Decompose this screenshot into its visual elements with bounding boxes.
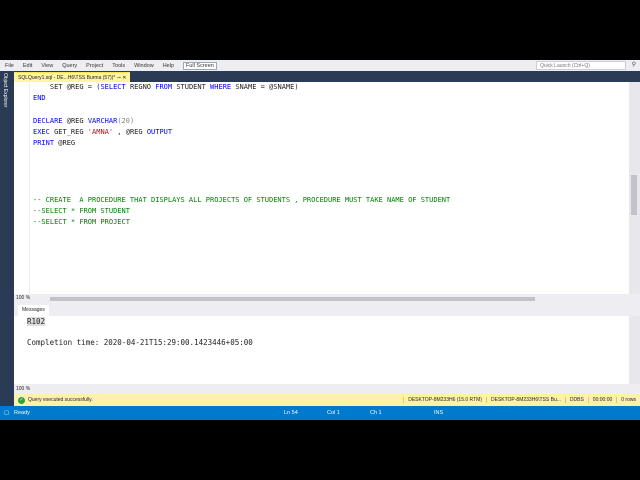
status-bar: ▢ Ready Ln 54 Col 1 Ch 1 INS [0, 406, 640, 420]
status-char: Ch 1 [370, 410, 382, 416]
database-name: DDBS [564, 397, 588, 403]
scrollbar-thumb[interactable] [631, 175, 637, 215]
result-value: R102 [27, 317, 46, 326]
row-count: 0 rows [616, 397, 640, 403]
query-status-text: Query executed successfully. [28, 397, 93, 403]
zoom-select[interactable]: 100 % [16, 295, 30, 301]
code-comment: -- CREATE A PROCEDURE THAT DISPLAYS ALL … [33, 196, 451, 204]
editor-gutter [14, 82, 30, 294]
tab-label: SQLQuery1.sql - DE...H6\TSS Burma (57))* [18, 75, 116, 81]
menu-window[interactable]: Window [134, 63, 154, 69]
menu-view[interactable]: View [41, 63, 53, 69]
status-insert-mode: INS [434, 410, 444, 416]
code-comment: --SELECT * FROM PROJECT [33, 218, 130, 226]
menu-edit[interactable]: Edit [23, 63, 32, 69]
messages-scrollbar[interactable] [629, 316, 640, 384]
left-dock [0, 71, 14, 406]
editor-horizontal-scrollbar[interactable] [50, 297, 535, 301]
object-explorer-tab[interactable]: Object Explorer [2, 73, 8, 107]
status-col: Col 1 [327, 410, 340, 416]
zoom-select[interactable]: 100 % [16, 386, 30, 392]
menu-project[interactable]: Project [86, 63, 103, 69]
menu-query[interactable]: Query [62, 63, 77, 69]
check-icon: ✓ [18, 396, 25, 404]
status-line: Ln 54 [284, 410, 298, 416]
elapsed-time: 00:00:00 [587, 397, 617, 403]
query-status-bar: ✓ Query executed successfully. DESKTOP-8M… [14, 394, 640, 406]
search-icon[interactable]: ⚲ [632, 61, 636, 68]
menu-file[interactable]: File [5, 63, 14, 69]
completion-time: Completion time: 2020-04-21T15:29:00.142… [27, 338, 253, 347]
results-tab-row [14, 303, 640, 316]
code-line: EXEC GET_REG 'AMNA' , @REG OUTPUT [33, 128, 173, 136]
menu-help[interactable]: Help [163, 63, 174, 69]
menu-tools[interactable]: Tools [112, 63, 125, 69]
tab-messages[interactable]: Messages [18, 305, 49, 316]
user-name: DESKTOP-8M233H6\TSS Bu... [485, 397, 565, 403]
pin-icon[interactable]: ⊸ [117, 75, 121, 81]
status-ready: Ready [14, 410, 30, 416]
code-line: PRINT @REG [33, 139, 76, 147]
tab-sqlquery1[interactable]: SQLQuery1.sql - DE...H6\TSS Burma (57))*… [14, 72, 131, 82]
close-icon[interactable]: ✕ [122, 75, 126, 81]
server-name: DESKTOP-8M233H6 (15.0 RTM) [403, 397, 486, 403]
code-line: END [33, 94, 46, 102]
code-comment: --SELECT * FROM STUDENT [33, 207, 130, 215]
messages-pane [14, 316, 629, 384]
code-line: SET @REG = (SELECT REGNO FROM STUDENT WH… [33, 83, 299, 91]
messages-zoom-bar: 100 % [14, 384, 640, 394]
code-line: DECLARE @REG VARCHAR(20) [33, 117, 135, 125]
quick-launch-input[interactable]: Quick Launch (Ctrl+Q) [536, 61, 626, 70]
ready-icon: ▢ [4, 410, 10, 416]
code-editor[interactable] [14, 82, 629, 294]
full-screen-button[interactable]: Full Screen [183, 61, 217, 70]
